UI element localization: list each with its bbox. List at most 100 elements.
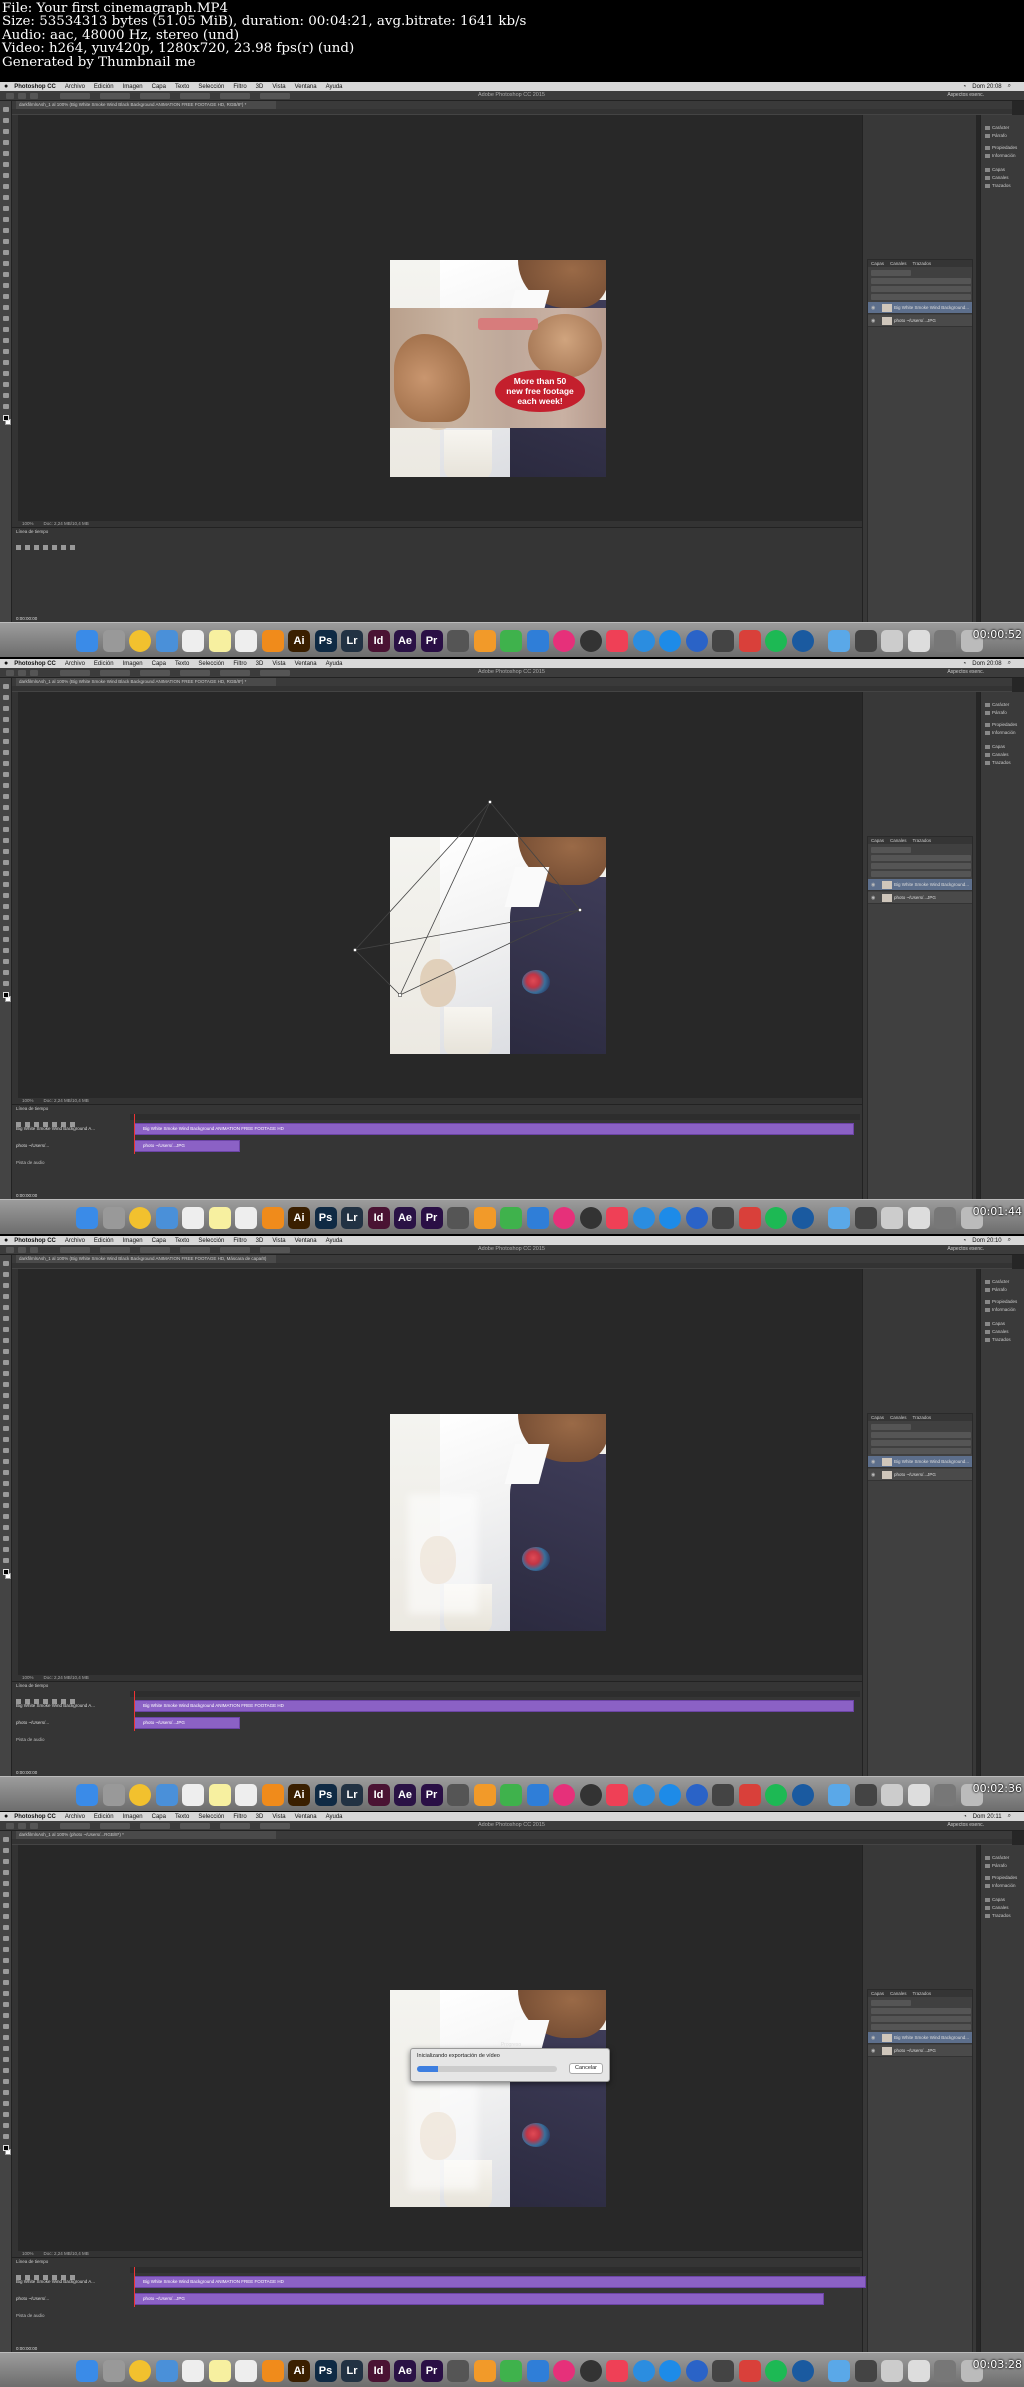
app-icon[interactable] xyxy=(712,1207,734,1229)
option-control[interactable] xyxy=(100,1823,130,1829)
pages-icon[interactable] xyxy=(473,630,496,652)
visibility-eye-icon[interactable]: ◉ xyxy=(871,895,877,901)
option-control[interactable] xyxy=(6,1823,14,1829)
option-control[interactable] xyxy=(140,1823,170,1829)
layer-control[interactable] xyxy=(871,1424,911,1430)
launchpad-icon[interactable] xyxy=(102,2360,125,2382)
safari-icon[interactable] xyxy=(632,1207,655,1229)
after-effects-icon[interactable]: Ae xyxy=(394,1207,416,1229)
visibility-eye-icon[interactable]: ◉ xyxy=(871,1472,877,1478)
menu-item[interactable]: Filtro xyxy=(233,84,246,90)
tool-icon[interactable] xyxy=(3,772,9,777)
panel-shortcut[interactable]: Trazados xyxy=(985,760,1011,765)
video-clip[interactable]: Big White Smoke Wind Background ANIMATIO… xyxy=(134,1700,854,1712)
audio-track[interactable]: Pista de audio xyxy=(16,2313,45,2318)
option-control[interactable] xyxy=(260,93,290,99)
lightroom-icon[interactable]: Lr xyxy=(341,2360,363,2382)
tool-icon[interactable] xyxy=(3,805,9,810)
folder-icon[interactable] xyxy=(854,2360,877,2382)
calendar-icon[interactable] xyxy=(182,1784,204,1806)
tool-icon[interactable] xyxy=(3,2046,9,2051)
menu-item[interactable]: Vista xyxy=(272,84,285,90)
reminders-icon[interactable] xyxy=(235,1784,257,1806)
option-control[interactable] xyxy=(100,670,130,676)
panel-shortcut[interactable]: Propiedades xyxy=(985,722,1017,727)
tool-icon[interactable] xyxy=(3,893,9,898)
option-control[interactable] xyxy=(220,1823,250,1829)
panel-shortcut[interactable]: Párrafo xyxy=(985,1863,1007,1868)
tool-icon[interactable] xyxy=(3,1316,9,1321)
foreground-color-swatch[interactable] xyxy=(3,415,9,421)
menu-item[interactable]: Texto xyxy=(175,1814,189,1820)
app-icon[interactable] xyxy=(934,1207,956,1229)
grid-icon[interactable] xyxy=(738,630,761,652)
menu-item[interactable]: Vista xyxy=(272,1814,285,1820)
tool-icon[interactable] xyxy=(3,261,9,266)
calendar-icon[interactable] xyxy=(182,630,204,652)
panel-shortcut[interactable]: Trazados xyxy=(985,1913,1011,1918)
launchpad-icon[interactable] xyxy=(102,630,125,652)
menu-item[interactable]: Imagen xyxy=(123,1238,143,1244)
reminders-icon[interactable] xyxy=(235,1207,257,1229)
finder-icon[interactable] xyxy=(76,1207,98,1229)
option-control[interactable] xyxy=(18,670,26,676)
tool-icon[interactable] xyxy=(3,1305,9,1310)
menu-item[interactable]: Vista xyxy=(272,661,285,667)
playback-icon[interactable] xyxy=(61,545,66,550)
panel-shortcut[interactable]: Carácter xyxy=(985,702,1009,707)
panel-shortcut[interactable]: Carácter xyxy=(985,1855,1009,1860)
after-effects-icon[interactable]: Ae xyxy=(394,630,416,652)
visibility-eye-icon[interactable]: ◉ xyxy=(871,2048,877,2054)
track-label[interactable]: photo ~/Users/... xyxy=(16,1720,49,1725)
panel-shortcut[interactable]: Canales xyxy=(985,1329,1009,1334)
tool-icon[interactable] xyxy=(3,404,9,409)
time-ruler[interactable] xyxy=(130,1114,860,1120)
mail-icon[interactable] xyxy=(155,1784,178,1806)
layer-row[interactable]: ◉ Big White Smoke Wind Background... xyxy=(868,302,972,314)
tool-icon[interactable] xyxy=(3,1349,9,1354)
finder-icon[interactable] xyxy=(76,2360,98,2382)
illustrator-icon[interactable]: Ai xyxy=(288,1207,310,1229)
indesign-icon[interactable]: Id xyxy=(367,1784,390,1806)
tool-icon[interactable] xyxy=(3,129,9,134)
option-control[interactable] xyxy=(140,1247,170,1253)
playhead[interactable] xyxy=(134,2267,135,2307)
option-control[interactable] xyxy=(220,670,250,676)
option-control[interactable] xyxy=(30,93,38,99)
tool-icon[interactable] xyxy=(3,1294,9,1299)
preview-icon[interactable] xyxy=(881,630,903,652)
tool-icon[interactable] xyxy=(3,1382,9,1387)
lightroom-icon[interactable]: Lr xyxy=(341,630,363,652)
pages-icon[interactable] xyxy=(473,1784,496,1806)
playback-icon[interactable] xyxy=(16,545,21,550)
folder-icon[interactable] xyxy=(828,1207,850,1229)
itunes-icon[interactable] xyxy=(553,630,575,652)
menu-item[interactable]: Edición xyxy=(94,84,114,90)
dvd-icon[interactable] xyxy=(579,1784,602,1806)
final-cut-icon[interactable] xyxy=(447,2360,469,2382)
final-cut-icon[interactable] xyxy=(447,1207,469,1229)
menu-item[interactable]: Ventana xyxy=(295,1814,317,1820)
panel-tab[interactable]: Canales xyxy=(890,1415,907,1420)
menu-item[interactable]: 3D xyxy=(256,1814,264,1820)
menu-item[interactable]: Photoshop CC xyxy=(14,84,56,90)
option-control[interactable] xyxy=(18,1823,26,1829)
menu-item[interactable]: Edición xyxy=(94,1814,114,1820)
video-clip[interactable]: photo ~/Users/...JPG xyxy=(134,1717,240,1729)
tool-icon[interactable] xyxy=(3,882,9,887)
wifi-icon[interactable]: ◔ xyxy=(963,84,967,90)
tool-icon[interactable] xyxy=(3,904,9,909)
tool-icon[interactable] xyxy=(3,706,9,711)
panel-tab[interactable]: Capas xyxy=(871,1415,884,1420)
after-effects-icon[interactable]: Ae xyxy=(394,2360,416,2382)
menu-item[interactable]: Ayuda xyxy=(326,1814,343,1820)
tool-icon[interactable] xyxy=(3,349,9,354)
panel-tab[interactable]: Trazados xyxy=(913,1991,932,1996)
appstore-icon[interactable] xyxy=(659,2360,681,2382)
document-canvas[interactable] xyxy=(390,1990,606,2207)
menu-item[interactable]: Photoshop CC xyxy=(14,1238,56,1244)
grid-icon[interactable] xyxy=(738,1207,761,1229)
finder-icon[interactable] xyxy=(76,1784,98,1806)
keynote-icon[interactable] xyxy=(526,1784,549,1806)
qt-icon[interactable] xyxy=(685,1784,708,1806)
